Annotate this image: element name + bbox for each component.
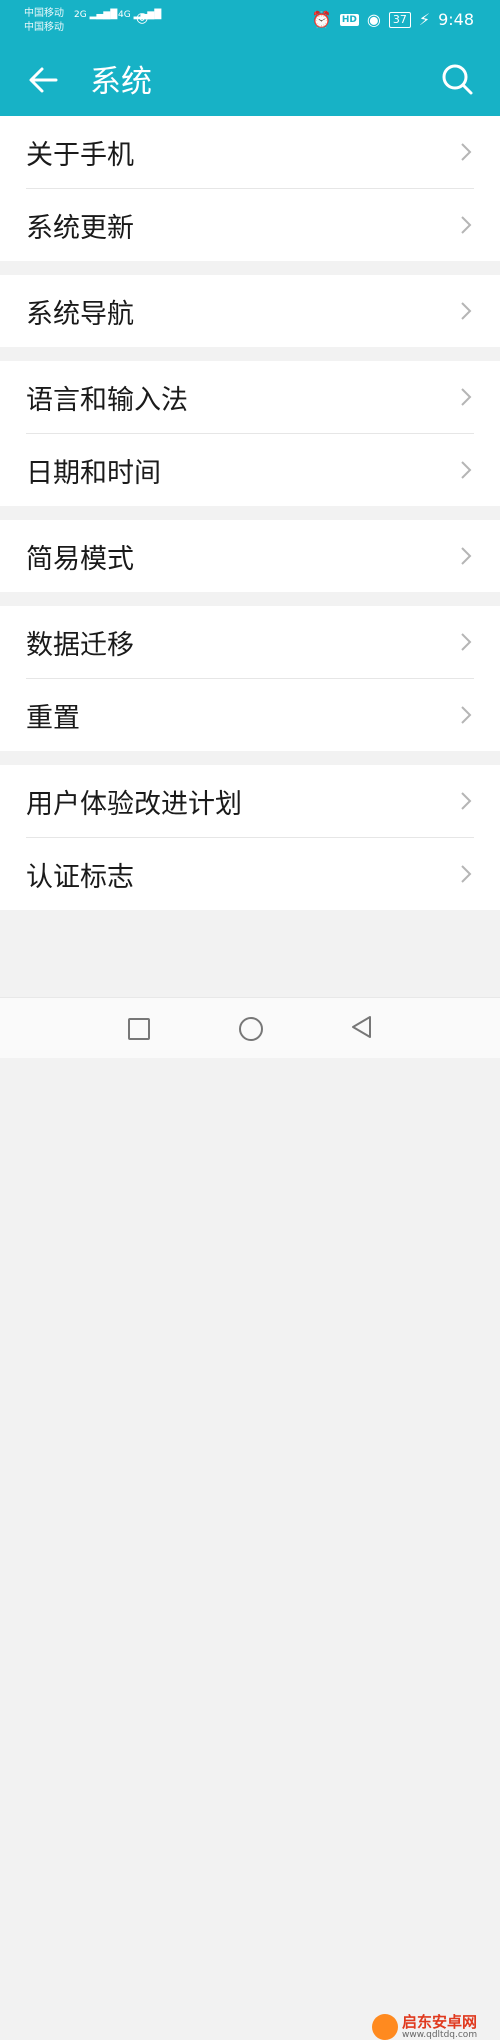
home-button[interactable] — [239, 1017, 263, 1041]
settings-item[interactable]: 日期和时间 — [26, 433, 474, 506]
group-divider — [0, 506, 500, 520]
settings-item-label: 认证标志 — [26, 861, 134, 893]
settings-item[interactable]: 数据迁移 — [26, 606, 474, 678]
watermark-url: www.qdltdq.com — [402, 2030, 478, 2040]
app-header: 中国移动 中国移动 2G ▂▄▆█ 4G ▂▄▆█ ◎ ⏰ HD ◉ 37 ⚡ … — [0, 0, 500, 116]
back-button[interactable] — [350, 1014, 374, 1040]
settings-item[interactable]: 用户体验改进计划 — [26, 765, 474, 837]
chevron-right-icon — [461, 461, 472, 479]
settings-item[interactable]: 关于手机 — [26, 116, 474, 188]
group-divider — [0, 261, 500, 275]
settings-item[interactable]: 重置 — [26, 678, 474, 751]
battery-icon: 37 — [388, 11, 411, 28]
navigation-bar: 启东安卓网 www.qdltdq.com — [0, 997, 500, 2040]
settings-item[interactable]: 系统更新 — [26, 188, 474, 261]
wifi-icon: ◎ — [136, 10, 149, 26]
chevron-right-icon — [461, 706, 472, 724]
settings-group: 简易模式 — [0, 520, 500, 592]
settings-item-label: 日期和时间 — [26, 457, 161, 489]
alarm-icon: ⏰ — [311, 10, 332, 29]
settings-group: 用户体验改进计划 认证标志 — [0, 765, 500, 910]
chevron-right-icon — [461, 143, 472, 161]
chevron-right-icon — [461, 547, 472, 565]
settings-item-label: 关于手机 — [26, 139, 134, 171]
settings-group: 系统导航 — [0, 275, 500, 347]
back-arrow-icon[interactable] — [26, 62, 62, 98]
settings-group: 语言和输入法 日期和时间 — [0, 361, 500, 506]
settings-item-label: 系统导航 — [26, 298, 134, 330]
carrier-1: 中国移动 — [24, 8, 64, 19]
signal-2g-icon: 2G ▂▄▆█ — [74, 10, 118, 20]
chevron-right-icon — [461, 792, 472, 810]
search-icon[interactable] — [440, 62, 474, 98]
settings-item[interactable]: 语言和输入法 — [26, 361, 474, 433]
settings-group: 关于手机 系统更新 — [0, 116, 500, 261]
recent-apps-button[interactable] — [128, 1018, 150, 1040]
page-title: 系统 — [90, 64, 152, 100]
settings-item-label: 简易模式 — [26, 543, 134, 575]
settings-item[interactable]: 认证标志 — [26, 837, 474, 910]
chevron-right-icon — [461, 865, 472, 883]
settings-group: 数据迁移 重置 — [0, 606, 500, 751]
status-bar: 中国移动 中国移动 2G ▂▄▆█ 4G ▂▄▆█ ◎ ⏰ HD ◉ 37 ⚡ … — [0, 0, 500, 40]
chevron-right-icon — [461, 302, 472, 320]
settings-item-label: 数据迁移 — [26, 629, 134, 661]
site-watermark: 启东安卓网 www.qdltdq.com — [372, 2014, 477, 2040]
chevron-right-icon — [461, 216, 472, 234]
settings-item-label: 系统更新 — [26, 212, 134, 244]
group-divider — [0, 751, 500, 765]
settings-item[interactable]: 系统导航 — [26, 275, 474, 347]
group-divider — [0, 592, 500, 606]
watermark-name: 启东安卓网 — [402, 2013, 478, 2031]
settings-list: 关于手机系统更新系统导航语言和输入法 日期和时间简易模式数据迁移重置用户体验改进计… — [0, 116, 500, 910]
settings-item-label: 重置 — [26, 702, 80, 734]
settings-item[interactable]: 简易模式 — [26, 520, 474, 592]
chevron-right-icon — [461, 388, 472, 406]
chevron-right-icon — [461, 633, 472, 651]
settings-item-label: 语言和输入法 — [26, 384, 188, 416]
charging-icon: ⚡ — [418, 10, 431, 29]
group-divider — [0, 347, 500, 361]
clock-time: 9:48 — [438, 10, 474, 29]
hd-icon: HD — [339, 13, 359, 26]
carrier-2: 中国移动 — [24, 22, 64, 33]
watermark-logo-icon — [372, 2014, 398, 2040]
settings-item-label: 用户体验改进计划 — [26, 788, 242, 820]
eye-comfort-icon: ◉ — [366, 10, 381, 29]
